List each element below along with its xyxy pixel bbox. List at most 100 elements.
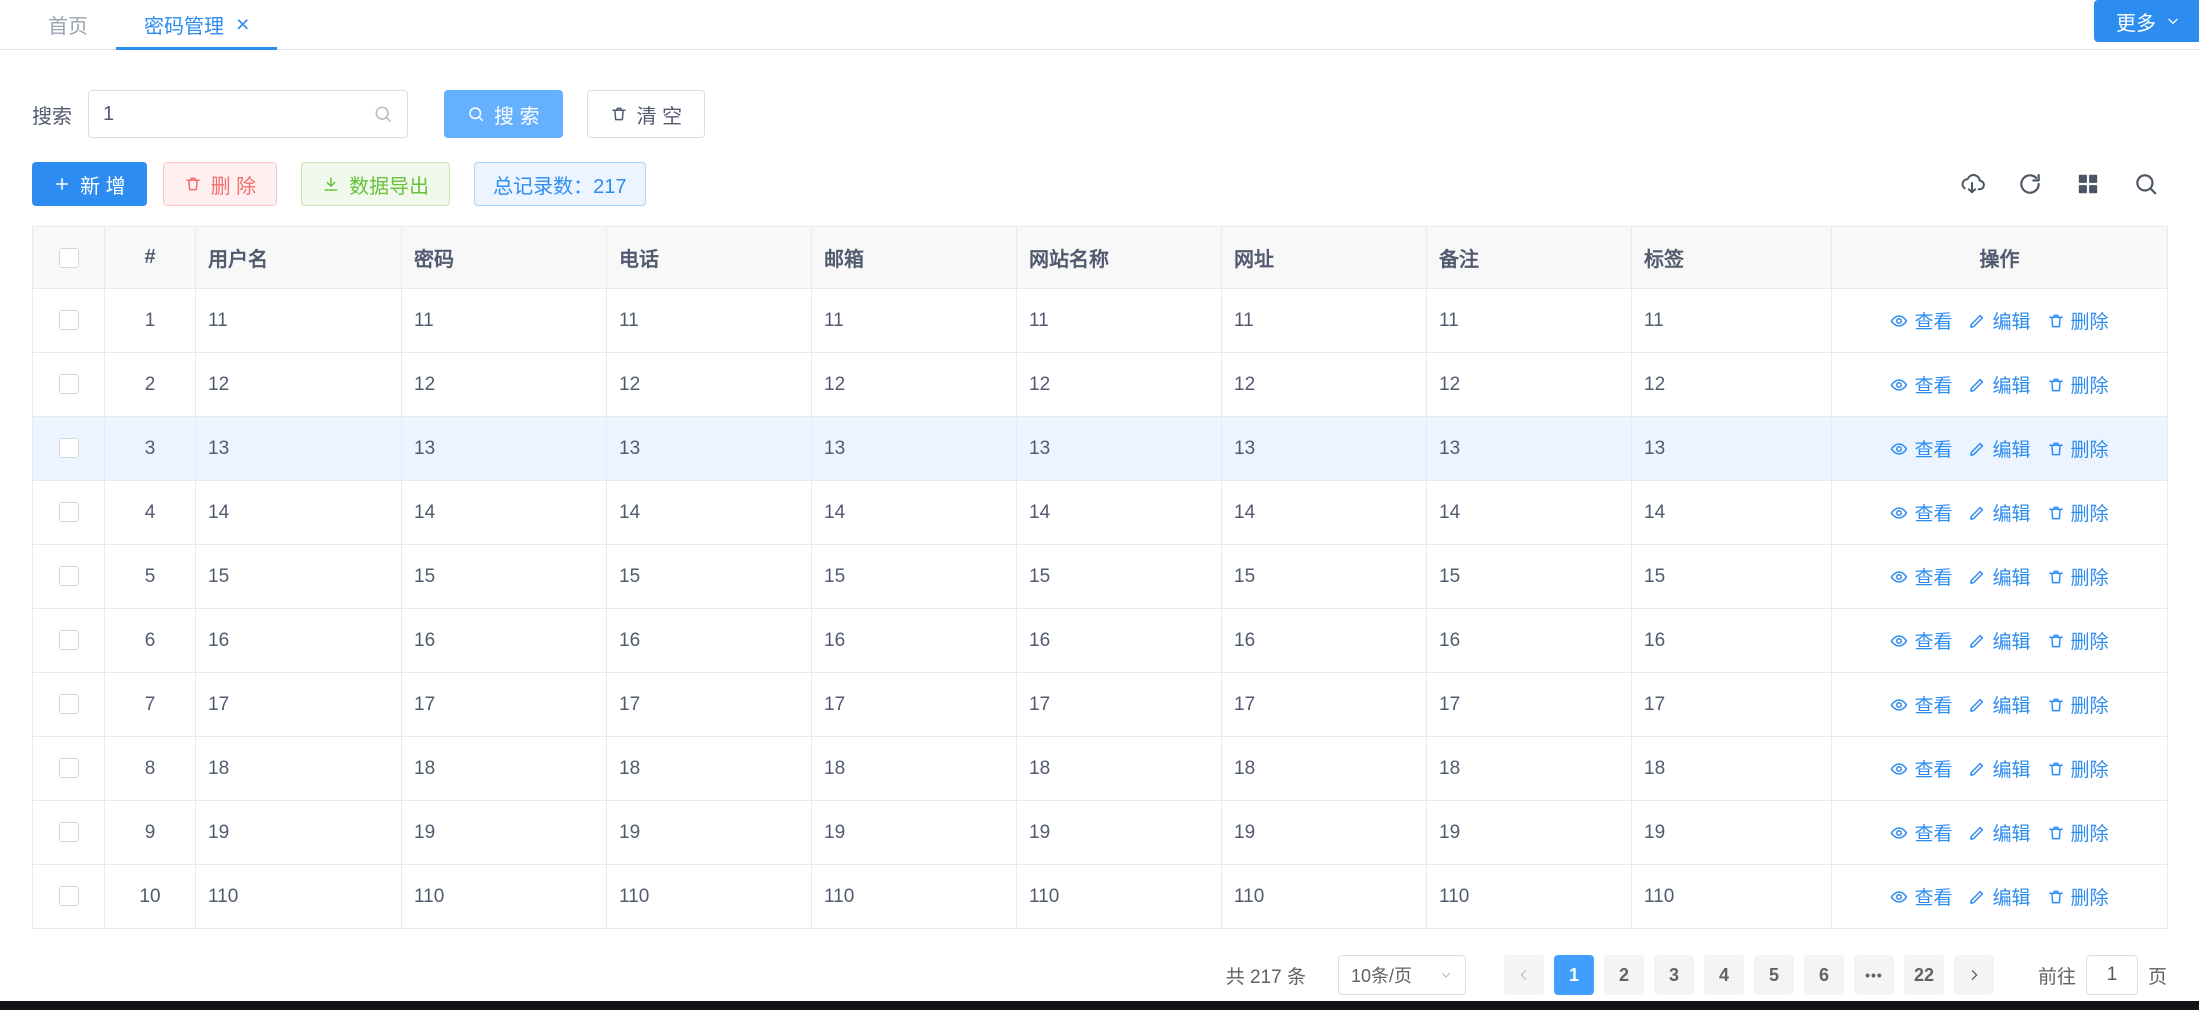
chevron-right-icon <box>1966 967 1982 983</box>
table-row: 41414141414141414查看编辑删除 <box>33 481 2168 545</box>
close-icon[interactable]: × <box>236 13 249 36</box>
row-checkbox-cell <box>33 353 105 417</box>
view-link[interactable]: 查看 <box>1890 563 1952 590</box>
trash-icon <box>2047 312 2065 330</box>
select-all-checkbox[interactable] <box>59 248 79 268</box>
eye-icon <box>1890 888 1908 906</box>
row-checkbox[interactable] <box>59 822 79 842</box>
edit-pencil-icon <box>1968 824 1986 842</box>
delete-link[interactable]: 删除 <box>2047 691 2109 718</box>
data-cell: 19 <box>1222 801 1427 865</box>
pager-more-button[interactable]: ••• <box>1854 955 1894 995</box>
chevron-left-icon <box>1516 967 1532 983</box>
page-button-3[interactable]: 3 <box>1654 955 1694 995</box>
row-checkbox[interactable] <box>59 374 79 394</box>
edit-link[interactable]: 编辑 <box>1968 563 2030 590</box>
add-button[interactable]: 新 增 <box>32 162 147 206</box>
row-checkbox[interactable] <box>59 758 79 778</box>
data-cell: 18 <box>812 737 1017 801</box>
row-index-cell: 8 <box>105 737 196 801</box>
row-checkbox-cell <box>33 673 105 737</box>
view-link[interactable]: 查看 <box>1890 691 1952 718</box>
view-link-label: 查看 <box>1914 499 1952 526</box>
data-cell: 15 <box>1017 545 1222 609</box>
row-checkbox[interactable] <box>59 566 79 586</box>
edit-link[interactable]: 编辑 <box>1968 371 2030 398</box>
data-cell: 18 <box>1017 737 1222 801</box>
pager-prev-button[interactable] <box>1504 955 1544 995</box>
pager-pages: 123456•••22 <box>1544 955 1944 995</box>
row-checkbox[interactable] <box>59 502 79 522</box>
search-input[interactable] <box>103 103 373 126</box>
delete-link[interactable]: 删除 <box>2047 627 2109 654</box>
row-checkbox[interactable] <box>59 310 79 330</box>
view-link[interactable]: 查看 <box>1890 307 1952 334</box>
data-cell: 16 <box>402 609 607 673</box>
view-link[interactable]: 查看 <box>1890 755 1952 782</box>
clear-button[interactable]: 清 空 <box>587 90 706 138</box>
search-icon[interactable] <box>2133 171 2159 197</box>
data-cell: 110 <box>812 865 1017 929</box>
edit-link[interactable]: 编辑 <box>1968 435 2030 462</box>
delete-link[interactable]: 删除 <box>2047 819 2109 846</box>
edit-link[interactable]: 编辑 <box>1968 307 2030 334</box>
delete-link[interactable]: 删除 <box>2047 499 2109 526</box>
delete-link[interactable]: 删除 <box>2047 563 2109 590</box>
row-checkbox[interactable] <box>59 886 79 906</box>
data-cell: 110 <box>196 865 402 929</box>
data-cell: 19 <box>812 801 1017 865</box>
tab-home[interactable]: 首页 <box>20 0 116 49</box>
page-button-1[interactable]: 1 <box>1554 955 1594 995</box>
eye-icon <box>1890 568 1908 586</box>
view-link[interactable]: 查看 <box>1890 435 1952 462</box>
edit-pencil-icon <box>1968 760 1986 778</box>
cloud-download-icon[interactable] <box>1959 171 1985 197</box>
column-header-phone: 电话 <box>607 227 812 289</box>
view-link[interactable]: 查看 <box>1890 883 1952 910</box>
goto-page-input[interactable] <box>2086 955 2138 995</box>
delete-link[interactable]: 删除 <box>2047 435 2109 462</box>
view-link[interactable]: 查看 <box>1890 819 1952 846</box>
search-button[interactable]: 搜 索 <box>444 90 563 138</box>
delete-link[interactable]: 删除 <box>2047 307 2109 334</box>
page-size-select[interactable]: 10条/页 <box>1338 955 1466 995</box>
data-cell: 110 <box>1632 865 1832 929</box>
edit-link[interactable]: 编辑 <box>1968 627 2030 654</box>
row-actions-cell: 查看编辑删除 <box>1832 289 2168 353</box>
view-link[interactable]: 查看 <box>1890 627 1952 654</box>
data-cell: 13 <box>1632 417 1832 481</box>
row-checkbox[interactable] <box>59 630 79 650</box>
row-actions-cell: 查看编辑删除 <box>1832 737 2168 801</box>
row-actions-cell: 查看编辑删除 <box>1832 353 2168 417</box>
edit-link[interactable]: 编辑 <box>1968 691 2030 718</box>
delete-link[interactable]: 删除 <box>2047 371 2109 398</box>
row-checkbox[interactable] <box>59 694 79 714</box>
more-button[interactable]: 更多 <box>2094 0 2199 42</box>
pager-next-button[interactable] <box>1954 955 1994 995</box>
edit-link[interactable]: 编辑 <box>1968 755 2030 782</box>
edit-link[interactable]: 编辑 <box>1968 819 2030 846</box>
row-actions-cell: 查看编辑删除 <box>1832 673 2168 737</box>
edit-link[interactable]: 编辑 <box>1968 499 2030 526</box>
view-link[interactable]: 查看 <box>1890 371 1952 398</box>
page-button-22[interactable]: 22 <box>1904 955 1944 995</box>
page-button-2[interactable]: 2 <box>1604 955 1644 995</box>
more-button-label: 更多 <box>2116 7 2156 36</box>
data-cell: 15 <box>1427 545 1632 609</box>
refresh-icon[interactable] <box>2017 171 2043 197</box>
grid-icon[interactable] <box>2075 171 2101 197</box>
edit-link[interactable]: 编辑 <box>1968 883 2030 910</box>
row-checkbox[interactable] <box>59 438 79 458</box>
export-button[interactable]: 数据导出 <box>301 162 450 206</box>
view-link[interactable]: 查看 <box>1890 499 1952 526</box>
delete-button[interactable]: 删 除 <box>163 162 278 206</box>
edit-pencil-icon <box>1968 440 1986 458</box>
search-icon <box>373 104 393 124</box>
delete-link[interactable]: 删除 <box>2047 883 2109 910</box>
page-button-6[interactable]: 6 <box>1804 955 1844 995</box>
download-icon <box>322 175 340 193</box>
page-button-4[interactable]: 4 <box>1704 955 1744 995</box>
tab-password-management[interactable]: 密码管理 × <box>116 0 277 49</box>
page-button-5[interactable]: 5 <box>1754 955 1794 995</box>
delete-link[interactable]: 删除 <box>2047 755 2109 782</box>
